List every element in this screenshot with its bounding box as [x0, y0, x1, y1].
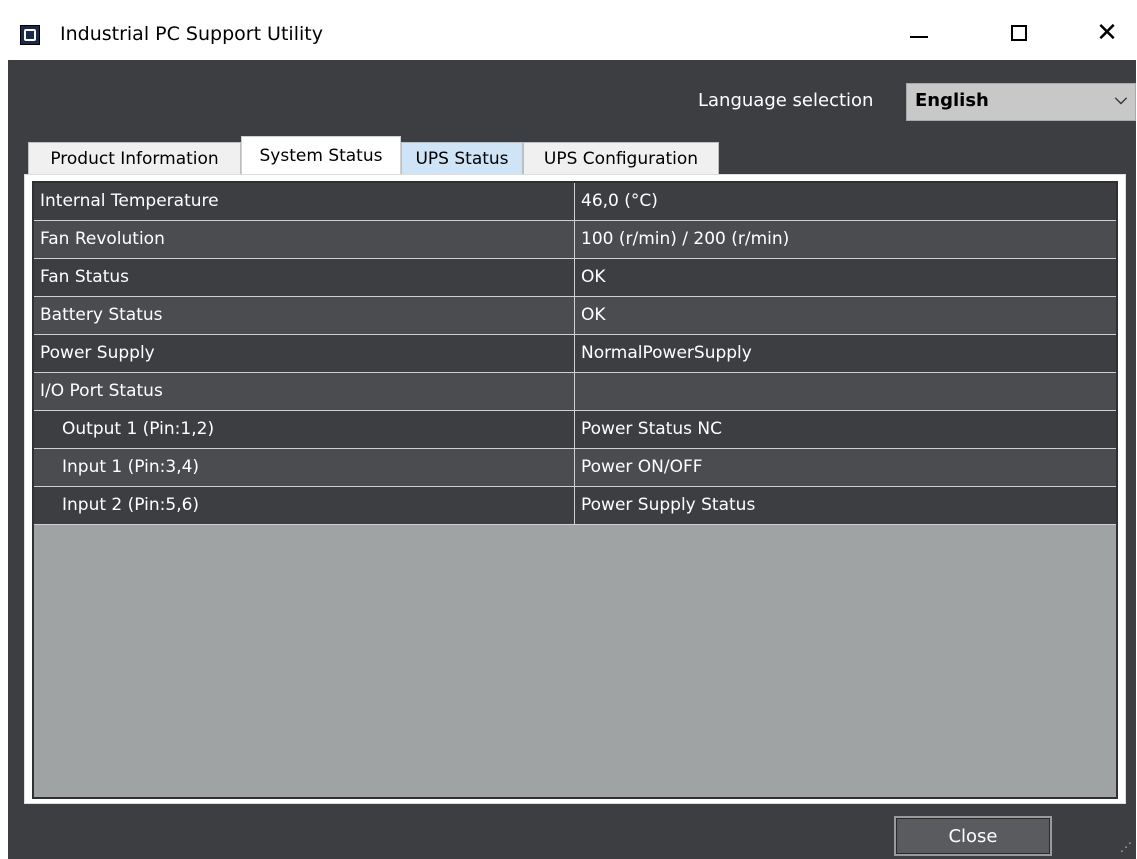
- row-key: Fan Status: [34, 259, 575, 296]
- row-value: OK: [581, 267, 606, 287]
- window-close-button[interactable]: ✕: [1084, 6, 1130, 60]
- tab-ups-configuration[interactable]: UPS Configuration: [523, 142, 719, 174]
- row-key: Output 1 (Pin:1,2): [34, 411, 575, 448]
- row-key: Fan Revolution: [34, 221, 575, 258]
- row-value: [575, 373, 1116, 410]
- row-key: Internal Temperature: [34, 183, 575, 220]
- row-key: Input 2 (Pin:5,6): [34, 487, 575, 524]
- tab-ups-status[interactable]: UPS Status: [401, 142, 523, 174]
- window-title: Industrial PC Support Utility: [60, 23, 323, 45]
- resize-grip-icon[interactable]: ⋰: [1120, 840, 1132, 854]
- minimize-icon: [910, 36, 928, 38]
- minimize-button[interactable]: [896, 6, 942, 60]
- row-key: Input 1 (Pin:3,4): [34, 449, 575, 486]
- table-row[interactable]: Input 2 (Pin:5,6) Power Supply Status: [34, 487, 1116, 525]
- system-status-panel: Internal Temperature 46,0 (°C) Fan Revol…: [24, 174, 1126, 804]
- table-row[interactable]: Fan Revolution 100 (r/min) / 200 (r/min): [34, 221, 1116, 259]
- maximize-icon: [1011, 25, 1027, 41]
- table-row[interactable]: Internal Temperature 46,0 (°C): [34, 183, 1116, 221]
- chevron-down-icon: ⌵: [1114, 89, 1127, 108]
- table-row[interactable]: Output 1 (Pin:1,2) Power Status NC: [34, 411, 1116, 449]
- title-bar[interactable]: Industrial PC Support Utility ✕: [8, 6, 1136, 60]
- maximize-button[interactable]: [996, 6, 1042, 60]
- row-value: 100 (r/min) / 200 (r/min): [581, 229, 790, 249]
- status-grid[interactable]: Internal Temperature 46,0 (°C) Fan Revol…: [32, 181, 1118, 799]
- table-row[interactable]: Fan Status OK: [34, 259, 1116, 297]
- table-row[interactable]: Power Supply NormalPowerSupply: [34, 335, 1116, 373]
- tab-product-information[interactable]: Product Information: [28, 142, 241, 174]
- row-key: Power Supply: [34, 335, 575, 372]
- table-row[interactable]: Input 1 (Pin:3,4) Power ON/OFF: [34, 449, 1116, 487]
- language-selected-value: English: [915, 90, 989, 111]
- table-row[interactable]: Battery Status OK: [34, 297, 1116, 335]
- row-value: Power Status NC: [581, 419, 722, 439]
- language-select[interactable]: English ⌵: [906, 83, 1136, 121]
- row-key: Battery Status: [34, 297, 575, 334]
- close-icon: ✕: [1096, 18, 1118, 48]
- row-key: I/O Port Status: [34, 373, 575, 410]
- table-row[interactable]: I/O Port Status: [34, 373, 1116, 411]
- row-value: Power Supply Status: [581, 495, 756, 515]
- app-logo-icon: [20, 25, 40, 45]
- tab-system-status[interactable]: System Status: [241, 136, 401, 174]
- row-value: Power ON/OFF: [581, 457, 703, 477]
- row-value: OK: [581, 305, 606, 325]
- main-content: Language selection English ⌵ Product Inf…: [8, 60, 1136, 859]
- language-label: Language selection: [698, 90, 874, 111]
- app-window: Industrial PC Support Utility ✕ Language…: [8, 6, 1136, 859]
- row-value: NormalPowerSupply: [581, 343, 752, 363]
- close-button[interactable]: Close: [894, 816, 1052, 856]
- row-value: 46,0 (°C): [581, 191, 658, 211]
